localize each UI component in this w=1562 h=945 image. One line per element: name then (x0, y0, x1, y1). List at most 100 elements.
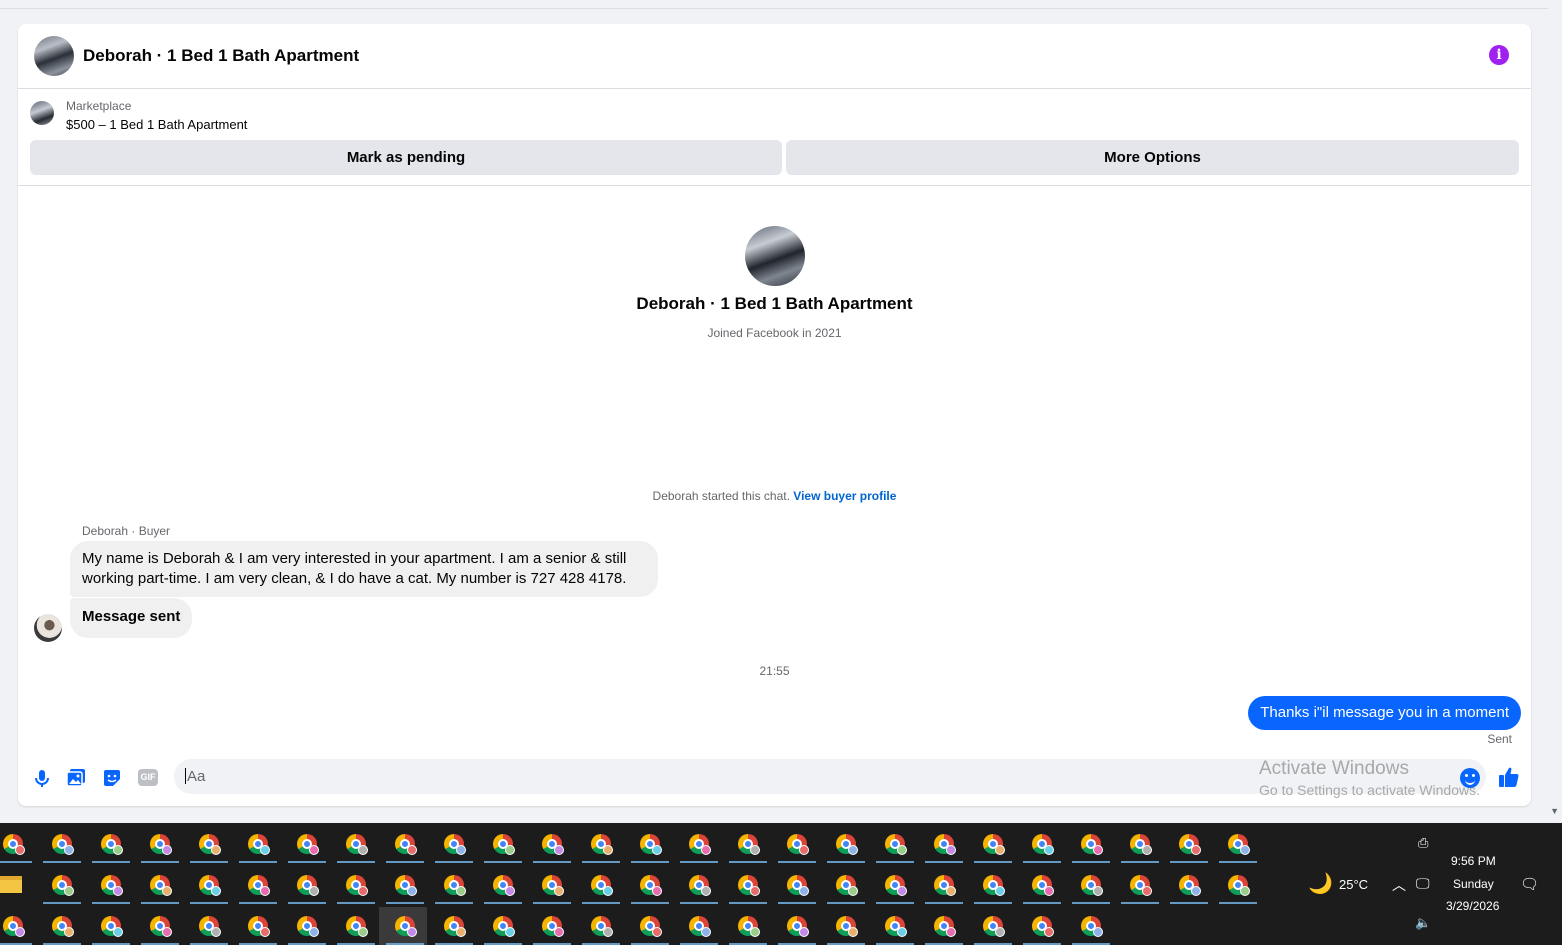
photo-icon[interactable] (66, 768, 86, 788)
clock-day[interactable]: Sunday (1453, 877, 1494, 891)
listing-title[interactable]: $500 – 1 Bed 1 Bath Apartment (66, 117, 247, 132)
clock-date[interactable]: 3/29/2026 (1446, 899, 1499, 913)
running-indicator (1219, 861, 1257, 863)
conversation-title[interactable]: Deborah · 1 Bed 1 Bath Apartment (83, 46, 359, 66)
profile-badge-icon (995, 886, 1005, 896)
profile-badge-icon (1093, 845, 1103, 855)
outgoing-message[interactable]: Thanks i"il message you in a moment (1248, 696, 1521, 730)
profile-badge-icon (358, 927, 368, 937)
profile-badge-icon (1093, 927, 1103, 937)
profile-badge-icon (407, 845, 417, 855)
profile-name: Deborah · 1 Bed 1 Bath Apartment (636, 294, 913, 313)
incoming-message[interactable]: My name is Deborah & I am very intereste… (70, 541, 658, 597)
running-indicator (239, 861, 277, 863)
profile-badge-icon (1191, 886, 1201, 896)
sender-avatar[interactable] (34, 614, 62, 642)
weather-temperature[interactable]: 25°C (1339, 877, 1368, 892)
running-indicator (288, 861, 326, 863)
profile-badge-icon (897, 845, 907, 855)
profile-avatar[interactable] (745, 226, 805, 286)
running-indicator (631, 902, 669, 904)
profile-badge-icon (603, 886, 613, 896)
moon-icon[interactable]: 🌙 (1308, 871, 1333, 896)
chat-window: Deborah · 1 Bed 1 Bath Apartment i Marke… (18, 24, 1531, 806)
profile-badge-icon (1191, 845, 1201, 855)
running-indicator (925, 902, 963, 904)
like-icon[interactable] (1498, 766, 1520, 788)
profile-badge-icon (995, 927, 1005, 937)
sticker-icon[interactable] (102, 768, 122, 788)
profile-badge-icon (505, 927, 515, 937)
running-indicator (141, 861, 179, 863)
running-indicator (778, 861, 816, 863)
profile-badge-icon (701, 845, 711, 855)
running-indicator (484, 861, 522, 863)
running-indicator (680, 902, 718, 904)
profile-badge-icon (15, 845, 25, 855)
profile-badge-icon (15, 927, 25, 937)
message-status: Sent (1487, 732, 1512, 746)
profile-badge-icon (64, 927, 74, 937)
profile-badge-icon (603, 927, 613, 937)
profile-badge-icon (505, 886, 515, 896)
scroll-down-arrow[interactable]: ▼ (1550, 806, 1559, 816)
running-indicator (582, 902, 620, 904)
profile-badge-icon (1240, 845, 1250, 855)
microphone-icon[interactable] (32, 768, 52, 788)
profile-badge-icon (113, 927, 123, 937)
notifications-icon[interactable]: 🗨 (1520, 875, 1539, 893)
profile-badge-icon (456, 886, 466, 896)
profile-badge-icon (946, 927, 956, 937)
chat-started-text: Deborah started this chat. (652, 489, 790, 503)
profile-badge-icon (848, 927, 858, 937)
gif-icon[interactable]: GIF (138, 769, 158, 786)
running-indicator (533, 861, 571, 863)
more-options-button[interactable]: More Options (786, 140, 1519, 175)
profile-badge-icon (211, 886, 221, 896)
running-indicator (1219, 902, 1257, 904)
show-hidden-icons-chevron-icon[interactable]: ︿ (1392, 875, 1406, 895)
volume-icon[interactable]: 🔈 (1415, 915, 1431, 931)
running-indicator (190, 902, 228, 904)
profile-joined: Joined Facebook in 2021 (707, 326, 842, 340)
info-icon[interactable]: i (1489, 45, 1509, 65)
running-indicator (876, 902, 914, 904)
running-indicator (337, 861, 375, 863)
clock-time[interactable]: 9:56 PM (1451, 854, 1496, 868)
running-indicator (876, 861, 914, 863)
incoming-message[interactable]: Message sent (70, 598, 193, 638)
mark-as-pending-button[interactable]: Mark as pending (30, 140, 782, 175)
profile-badge-icon (1044, 845, 1054, 855)
message-timestamp: 21:55 (759, 664, 790, 678)
profile-badge-icon (799, 845, 809, 855)
profile-badge-icon (603, 845, 613, 855)
running-indicator (484, 902, 522, 904)
running-indicator (582, 861, 620, 863)
profile-badge-icon (750, 886, 760, 896)
profile-badge-icon (162, 927, 172, 937)
profile-badge-icon (260, 886, 270, 896)
meet-now-icon[interactable]: ⎙ (1418, 835, 1428, 851)
running-indicator (435, 902, 473, 904)
file-explorer-icon[interactable] (0, 876, 22, 893)
running-indicator (435, 861, 473, 863)
profile-badge-icon (946, 845, 956, 855)
running-indicator (386, 861, 424, 863)
taskbar-apps (0, 823, 1270, 945)
running-indicator (43, 902, 81, 904)
profile-badge-icon (309, 886, 319, 896)
contact-avatar[interactable] (34, 36, 74, 76)
listing-thumbnail[interactable] (30, 101, 54, 125)
running-indicator (1170, 902, 1208, 904)
view-buyer-profile-link[interactable]: View buyer profile (793, 489, 896, 503)
watermark-title: Activate Windows (1259, 758, 1409, 779)
listing-panel: Marketplace $500 – 1 Bed 1 Bath Apartmen… (18, 89, 1531, 186)
profile-badge-icon (456, 845, 466, 855)
profile-badge-icon (358, 845, 368, 855)
profile-badge-icon (750, 845, 760, 855)
running-indicator (1023, 902, 1061, 904)
chat-started-notice: Deborah started this chat. View buyer pr… (18, 489, 1531, 503)
network-icon[interactable]: 🖵 (1416, 875, 1430, 892)
running-indicator (827, 861, 865, 863)
profile-badge-icon (799, 886, 809, 896)
